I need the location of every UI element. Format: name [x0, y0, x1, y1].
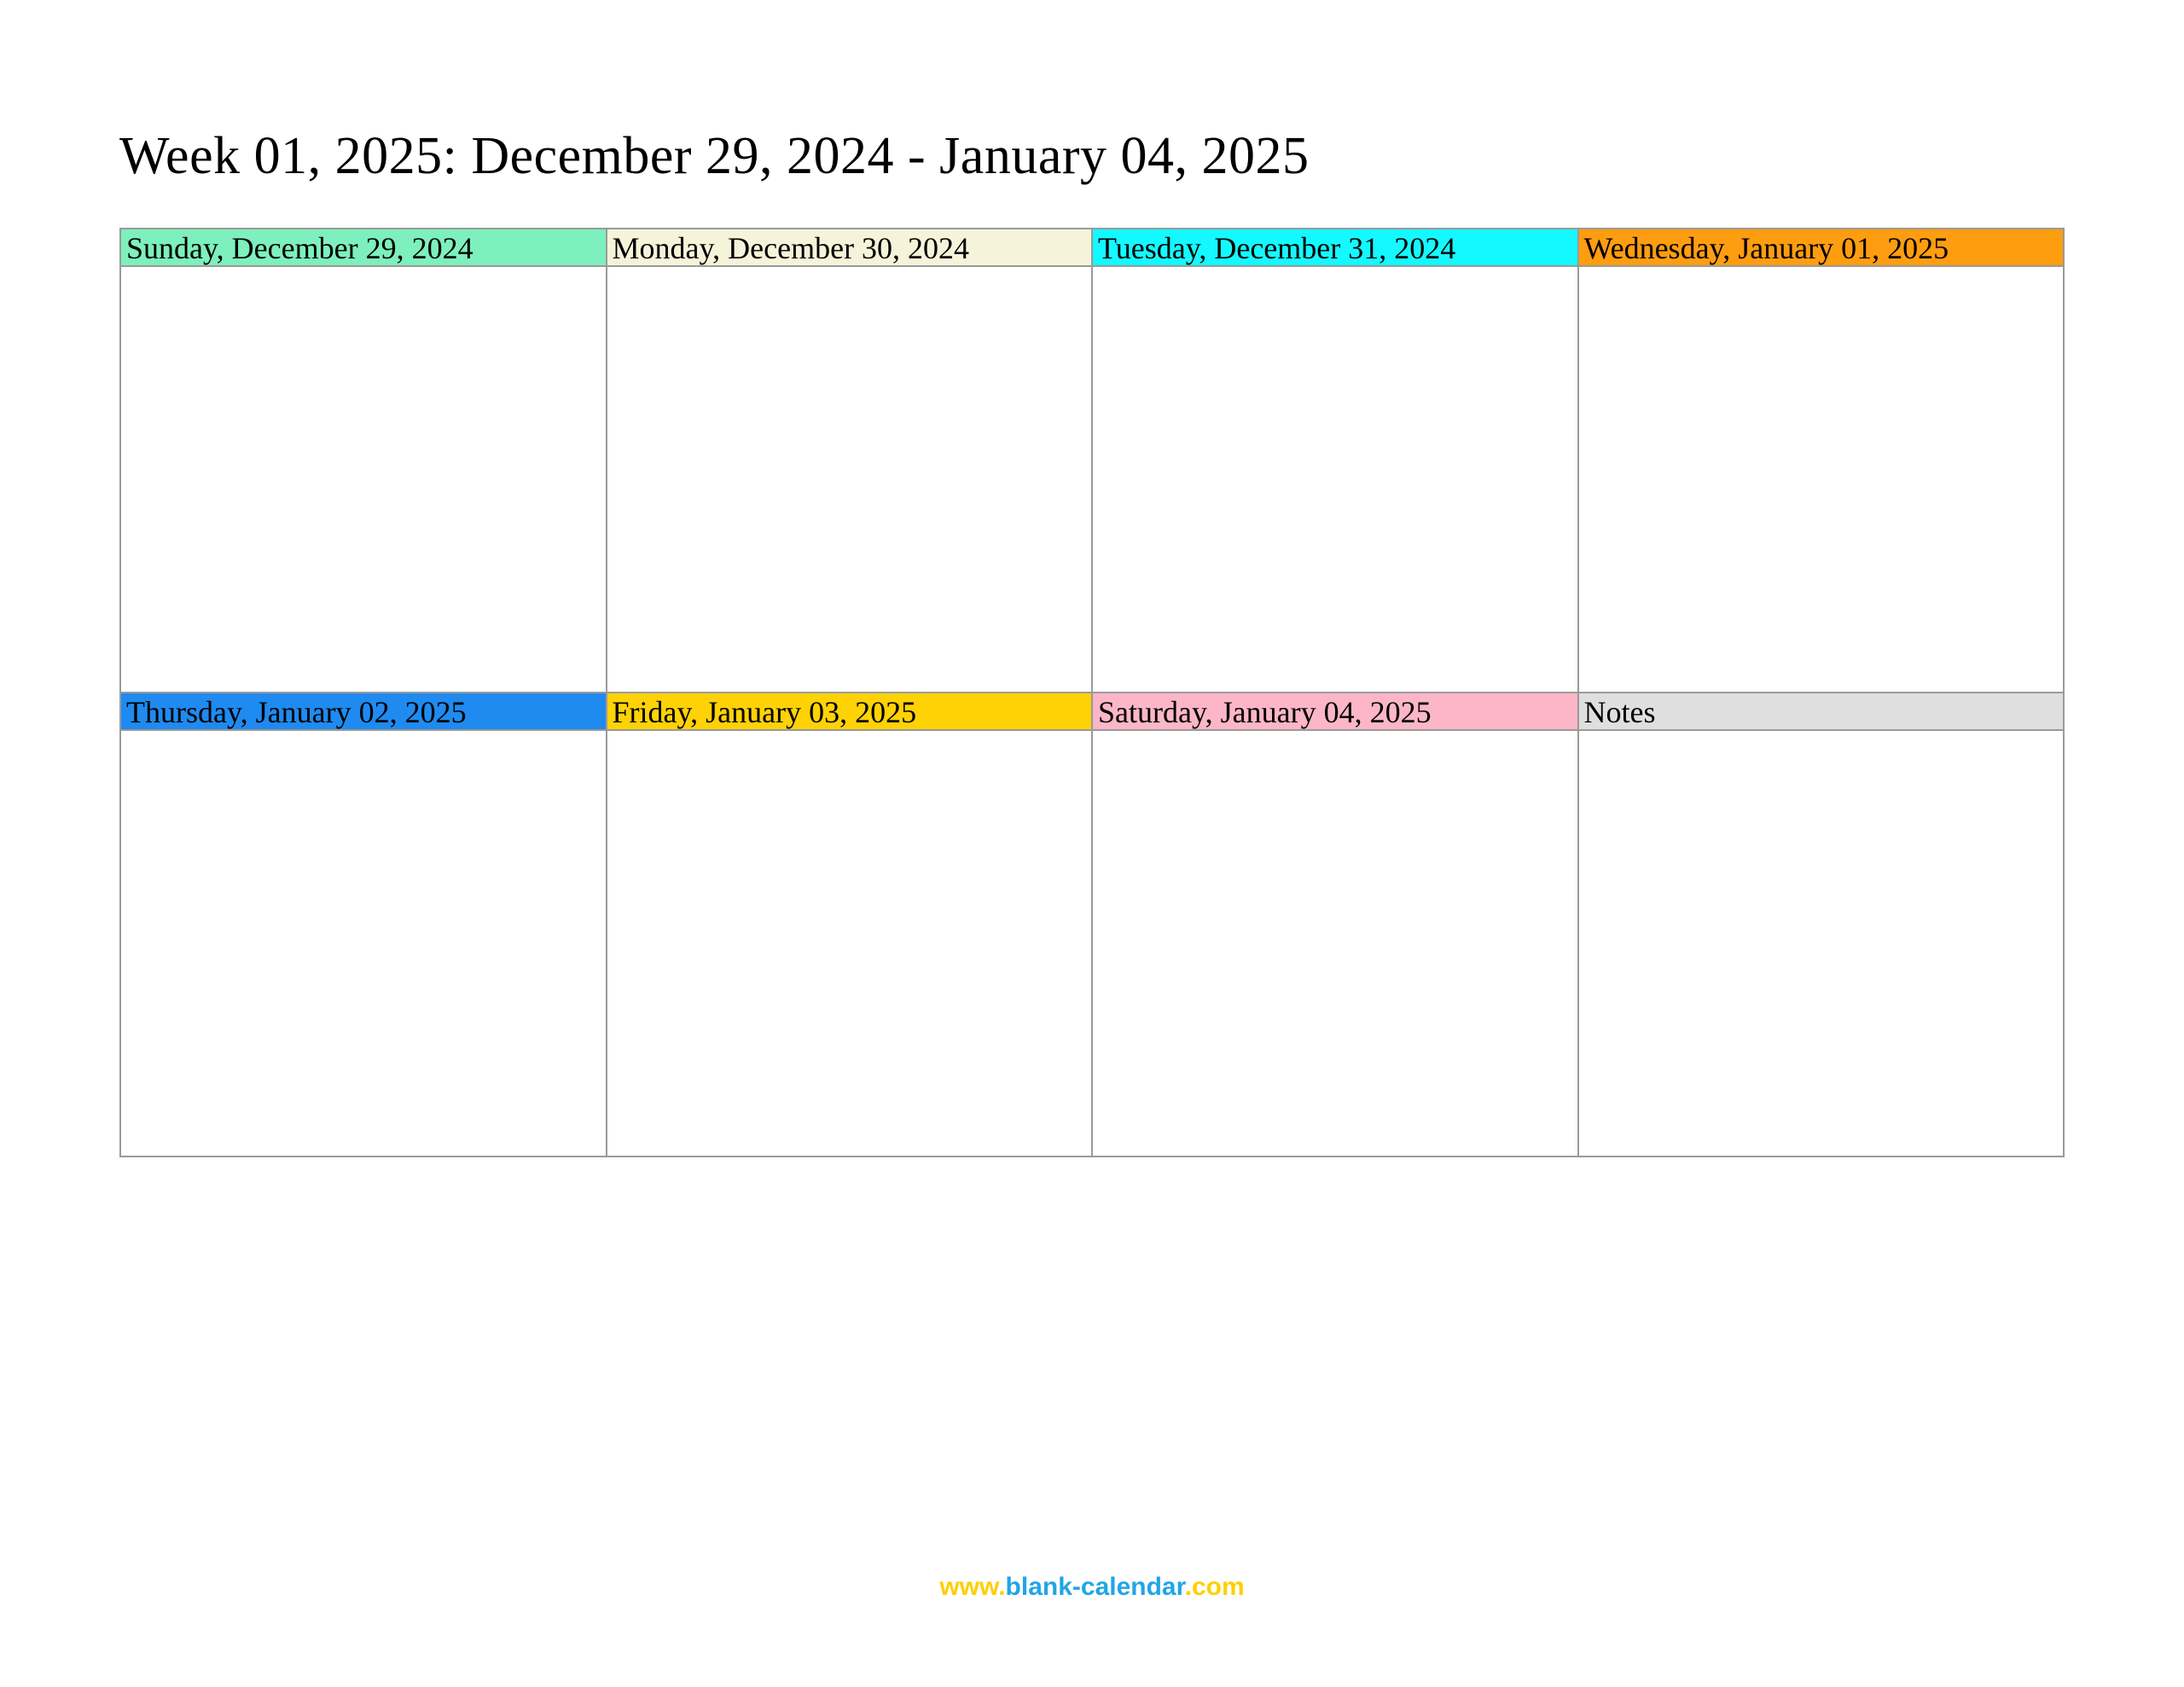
day-header-monday: Monday, December 30, 2024	[606, 228, 1092, 265]
calendar-grid: Sunday, December 29, 2024 Monday, Decemb…	[119, 228, 2065, 1157]
notes-header: Notes	[1577, 692, 2064, 729]
day-cell-monday[interactable]	[606, 265, 1092, 692]
day-header-sunday: Sunday, December 29, 2024	[119, 228, 606, 265]
footer-link[interactable]: www.blank-calendar.com	[0, 1573, 2184, 1602]
notes-cell[interactable]	[1577, 729, 2064, 1156]
day-header-wednesday: Wednesday, January 01, 2025	[1577, 228, 2064, 265]
day-cell-saturday[interactable]	[1091, 729, 1577, 1156]
day-header-friday: Friday, January 03, 2025	[606, 692, 1092, 729]
day-cell-wednesday[interactable]	[1577, 265, 2064, 692]
day-cell-tuesday[interactable]	[1091, 265, 1577, 692]
weekly-calendar-page: Week 01, 2025: December 29, 2024 - Janua…	[0, 0, 2184, 1687]
day-header-tuesday: Tuesday, December 31, 2024	[1091, 228, 1577, 265]
day-header-saturday: Saturday, January 04, 2025	[1091, 692, 1577, 729]
page-title: Week 01, 2025: December 29, 2024 - Janua…	[119, 126, 2065, 187]
footer-part-domain: blank-calendar	[1006, 1573, 1185, 1601]
footer-part-tld: .com	[1185, 1573, 1245, 1601]
day-cell-friday[interactable]	[606, 729, 1092, 1156]
footer-part-www: www.	[939, 1573, 1005, 1601]
day-cell-sunday[interactable]	[119, 265, 606, 692]
day-header-thursday: Thursday, January 02, 2025	[119, 692, 606, 729]
day-cell-thursday[interactable]	[119, 729, 606, 1156]
